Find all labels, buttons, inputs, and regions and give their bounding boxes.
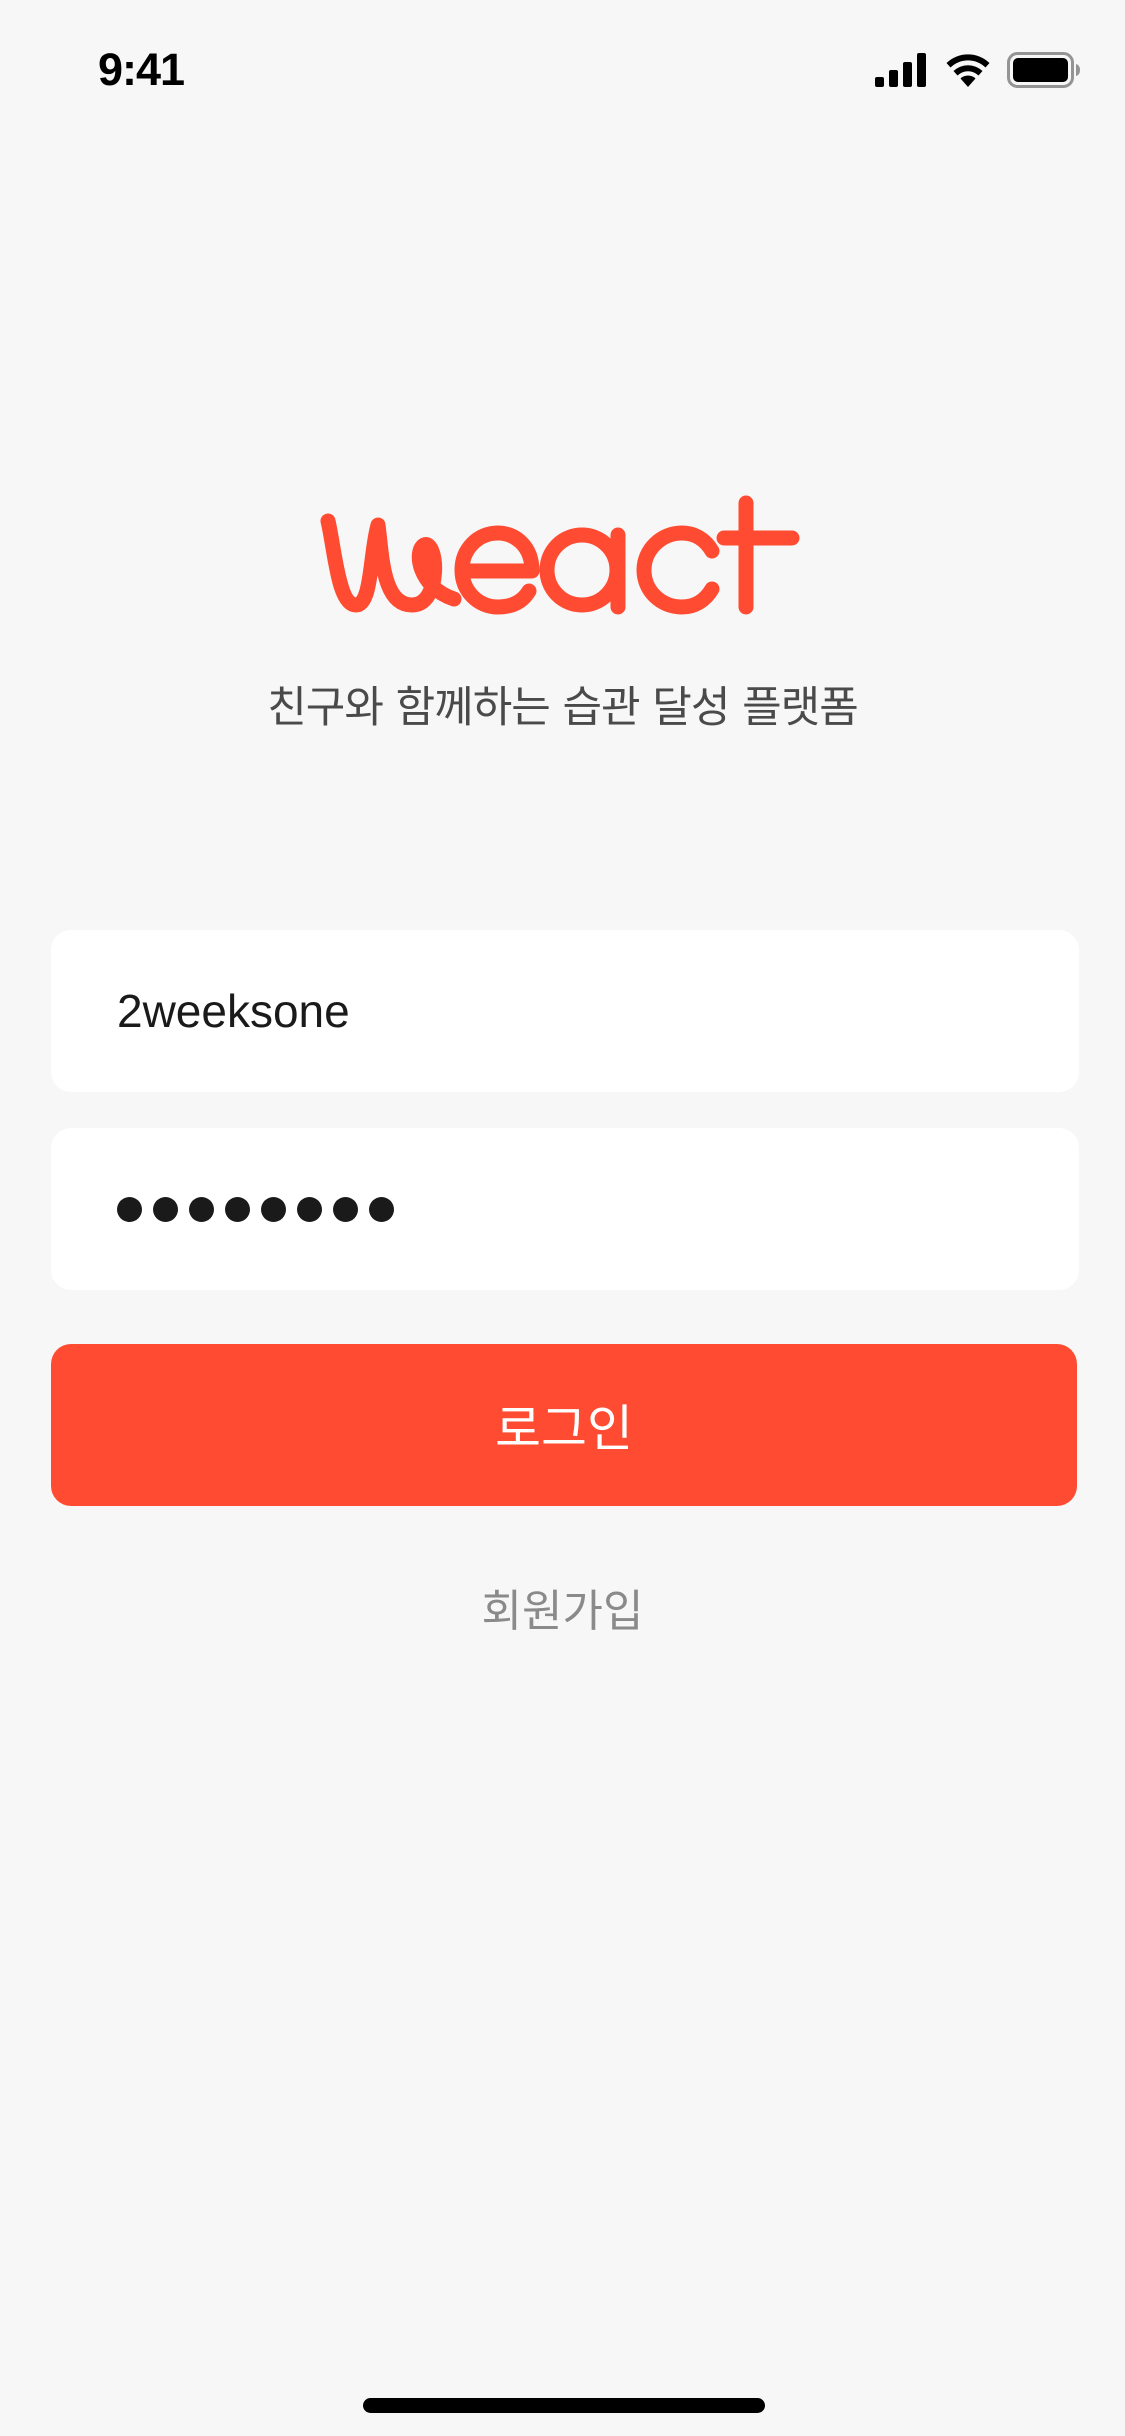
status-bar: 9:41 <box>0 0 1125 140</box>
password-dot <box>297 1196 322 1222</box>
status-icons <box>875 52 1081 92</box>
password-dot <box>153 1196 178 1222</box>
password-dot <box>261 1196 286 1222</box>
battery-icon <box>1007 52 1081 92</box>
signup-link[interactable]: 회원가입 <box>0 1575 1125 1639</box>
wifi-icon <box>945 53 991 91</box>
tagline: 친구와 함께하는 습관 달성 플랫폼 <box>267 683 859 733</box>
login-button[interactable]: 로그인 <box>51 1344 1077 1506</box>
username-input[interactable] <box>117 984 1079 1038</box>
password-dot <box>117 1196 142 1222</box>
password-dot <box>189 1196 214 1222</box>
password-dot <box>333 1196 358 1222</box>
status-time: 9:41 <box>98 44 185 95</box>
password-dot <box>369 1196 394 1222</box>
password-dot <box>225 1196 250 1222</box>
username-field[interactable] <box>51 930 1079 1092</box>
password-field[interactable] <box>51 1128 1079 1290</box>
password-mask <box>117 1196 394 1222</box>
cellular-signal-icon <box>875 53 929 91</box>
home-indicator[interactable] <box>363 2398 765 2413</box>
weact-logo <box>320 495 800 615</box>
